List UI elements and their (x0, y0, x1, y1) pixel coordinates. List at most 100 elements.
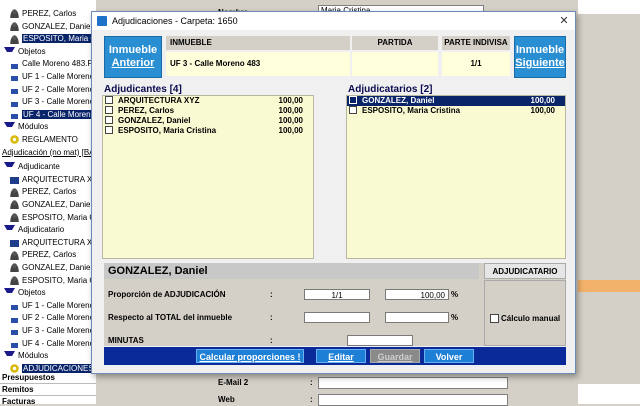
dialog-titlebar[interactable]: Adjudicaciones - Carpeta: 1650 ✕ (92, 12, 575, 30)
dialog-title: Adjudicaciones - Carpeta: 1650 (112, 16, 238, 26)
tree-group[interactable]: Adjudicante (4, 161, 60, 173)
respecto-fraction-input[interactable] (304, 312, 370, 323)
tree-group[interactable]: Objetos (4, 46, 46, 58)
tree-item[interactable]: UF 1 - Calle Moreno 48 (10, 300, 96, 312)
org-icon (10, 238, 19, 248)
tree-item[interactable]: UF 2 - Calle Moreno 48 (10, 84, 96, 96)
tree-group[interactable]: Objetos (4, 287, 46, 299)
proporcion-pct-input[interactable]: 100,00 (385, 289, 449, 300)
bottom-menu-item[interactable]: Remitos (0, 384, 96, 396)
tree-item[interactable]: ESPOSITO, Maria Cristina (10, 212, 96, 224)
calcular-proporciones-button[interactable]: Calcular proporciones ! (196, 349, 304, 363)
item-checkbox[interactable] (105, 115, 113, 124)
inmueble-siguiente-button[interactable]: Inmueble Siguiente (514, 36, 566, 78)
inmueble-anterior-label-1: Inmueble (108, 44, 158, 56)
house-icon (10, 313, 19, 323)
guardar-button[interactable]: Guardar (370, 349, 420, 363)
tree-item[interactable]: PEREZ, Carlos (10, 249, 76, 261)
tree-item[interactable]: UF 1 - Calle Moreno 48 (10, 71, 96, 83)
tree-item-label: Adjudicación (no mat) [BA] (2, 147, 96, 157)
tree-item-label: ARQUITECTURA XYZ (22, 237, 96, 247)
expand-triangle-icon[interactable] (4, 288, 15, 298)
item-name: GONZALEZ, Daniel (118, 116, 191, 125)
tree-item[interactable]: UF 2 - Calle Moreno 48 (10, 312, 96, 324)
bottom-menu-item[interactable]: Presupuestos (0, 372, 96, 384)
tree-item[interactable]: PEREZ, Carlos (10, 8, 76, 20)
list-item[interactable]: GONZALEZ, Daniel 100,00 (103, 115, 313, 126)
list-item[interactable]: PEREZ, Carlos 100,00 (103, 105, 313, 116)
inmueble-siguiente-label-1: Inmueble (515, 44, 565, 56)
adjudicantes-list[interactable]: ARQUITECTURA XYZ 100,00 PEREZ, Carlos 100,0… (102, 95, 314, 259)
tree-item-label: PEREZ, Carlos (22, 9, 77, 18)
list-item[interactable]: ESPOSITO, Maria Cristina 100,00 (103, 125, 313, 136)
item-name: ESPOSITO, Maria Cristina (118, 126, 217, 135)
tree-item[interactable]: UF 4 - Calle Moreno 48 (10, 338, 96, 350)
tree-item-label: Adjudicante (18, 162, 60, 172)
volver-button[interactable]: Volver (424, 349, 474, 363)
minutas-colon: : (270, 336, 273, 345)
item-checkbox[interactable] (349, 96, 357, 104)
expand-triangle-icon[interactable] (4, 225, 15, 235)
item-percentage: 100,00 (278, 106, 303, 115)
item-checkbox[interactable] (105, 105, 113, 114)
tree-item-label: UF 2 - Calle Moreno 48 (22, 313, 96, 323)
tree-group[interactable]: Módulos (4, 121, 48, 133)
tree-item[interactable]: PEREZ, Carlos (10, 186, 76, 198)
expand-triangle-icon[interactable] (4, 46, 15, 57)
proporcion-colon: : (270, 290, 273, 299)
tree-item[interactable]: UF 4 - Calle Moreno 48 (10, 109, 96, 121)
item-name: ESPOSITO, Maria Cristina (362, 106, 461, 115)
list-item[interactable]: ARQUITECTURA XYZ 100,00 (103, 96, 313, 106)
col-parte-header: PARTE INDIVISA (442, 36, 510, 50)
expand-triangle-icon[interactable] (4, 122, 15, 132)
tree-item[interactable]: ESPOSITO, Maria Cristina (10, 33, 96, 45)
tree-item[interactable]: ARQUITECTURA XYZ (10, 174, 96, 186)
expand-triangle-icon[interactable] (4, 162, 15, 172)
list-item[interactable]: ESPOSITO, Maria Cristina 100,00 (347, 105, 565, 116)
object-tree[interactable]: PEREZ, Carlos GONZALEZ, Daniel ESPOSITO, M… (0, 0, 96, 404)
tree-item[interactable]: ARQUITECTURA XYZ (10, 237, 96, 249)
selected-name: GONZALEZ, Daniel (104, 263, 479, 279)
bottom-menu-item[interactable]: Facturas (0, 396, 96, 404)
tree-item-label: Calle Moreno 483.Pcia (22, 59, 96, 69)
tree-item-label: GONZALEZ, Daniel (22, 200, 93, 209)
item-name: ARQUITECTURA XYZ (118, 96, 200, 105)
expand-triangle-icon[interactable] (4, 351, 15, 361)
item-checkbox[interactable] (349, 105, 357, 114)
calculo-manual-checkbox[interactable] (490, 314, 499, 323)
proporcion-pct-sign: % (451, 290, 459, 299)
tree-group[interactable]: Módulos (4, 350, 48, 362)
proporcion-label: Proporción de ADJUDICACIÓN (108, 290, 226, 299)
email2-label: E-Mail 2 (218, 378, 249, 387)
minutas-input[interactable] (347, 335, 413, 346)
tree-item[interactable]: GONZALEZ, Daniel (10, 21, 92, 33)
dialog-footer: Calcular proporciones ! Editar Guardar V… (104, 347, 566, 365)
calculo-manual-label: Cálculo manual (501, 314, 561, 323)
item-percentage: 100,00 (278, 116, 303, 125)
editar-button[interactable]: Editar (316, 349, 366, 363)
tree-item[interactable]: GONZALEZ, Daniel (10, 262, 92, 274)
email2-field[interactable] (318, 377, 508, 389)
list-item[interactable]: GONZALEZ, Daniel 100,00 (347, 96, 565, 106)
tree-item[interactable]: ESPOSITO, Maria Cristina (10, 275, 96, 287)
web-colon: : (310, 395, 313, 404)
web-field[interactable] (318, 394, 508, 406)
proporcion-fraction-input[interactable]: 1/1 (304, 289, 370, 300)
close-icon[interactable]: ✕ (557, 14, 571, 28)
tree-item-label: ESPOSITO, Maria Cristina (22, 212, 96, 222)
house-icon (10, 72, 19, 82)
tree-item[interactable]: UF 3 - Calle Moreno 48 (10, 325, 96, 337)
tree-item[interactable]: REGLAMENTO (10, 134, 78, 146)
inmueble-anterior-button[interactable]: Inmueble Anterior (104, 36, 162, 78)
adjudicatarios-list[interactable]: GONZALEZ, Daniel 100,00 ESPOSITO, Maria Cr… (346, 95, 566, 259)
tree-root-node[interactable]: Adjudicación (no mat) [BA] (2, 147, 96, 159)
respecto-pct-input[interactable] (385, 312, 449, 323)
item-checkbox[interactable] (105, 125, 113, 134)
org-icon (10, 175, 19, 185)
tree-item[interactable]: GONZALEZ, Daniel (10, 199, 92, 211)
tree-item[interactable]: UF 3 - Calle Moreno 48 (10, 96, 96, 108)
tree-item[interactable]: Calle Moreno 483.Pcia (10, 58, 96, 70)
item-checkbox[interactable] (105, 96, 113, 104)
tree-item-label: UF 1 - Calle Moreno 48 (22, 300, 96, 310)
tree-group[interactable]: Adjudicatario (4, 224, 64, 236)
